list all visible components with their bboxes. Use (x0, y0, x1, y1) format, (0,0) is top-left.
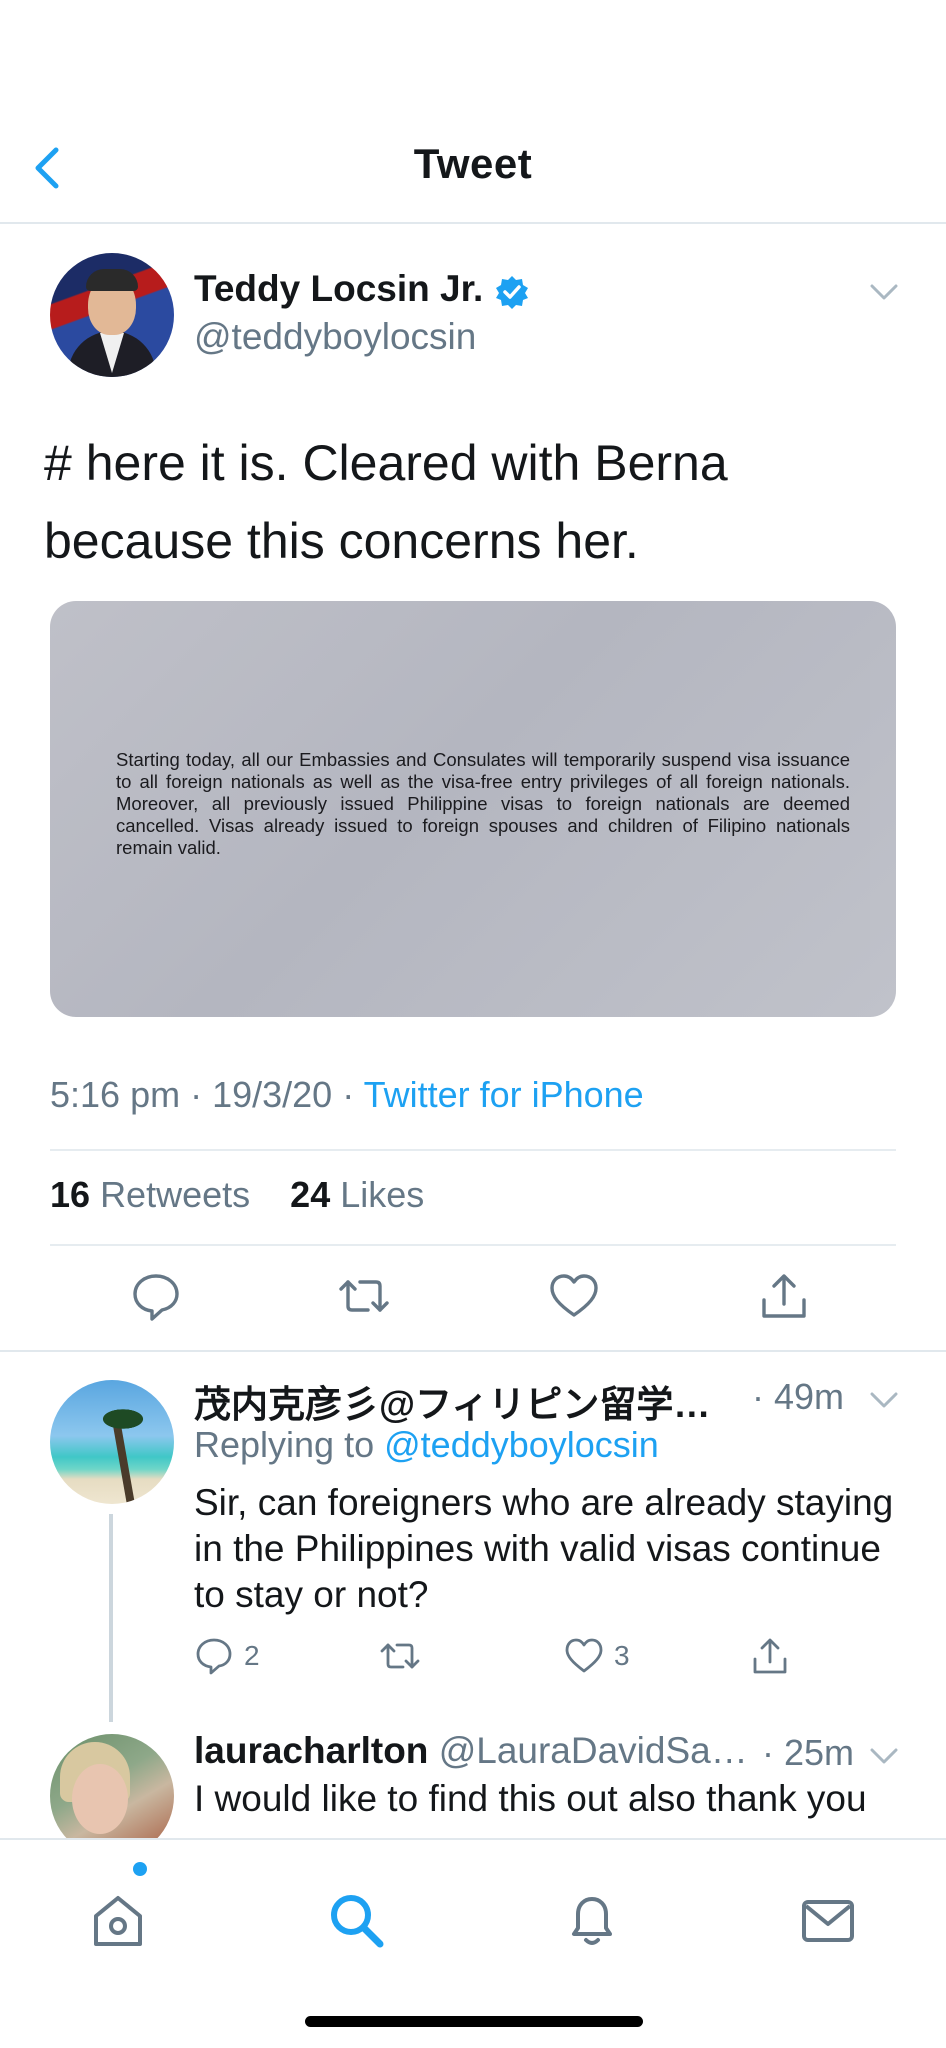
likes-label: Likes (340, 1174, 425, 1215)
retweets-count: 16 (50, 1174, 91, 1215)
home-indicator[interactable] (305, 2016, 643, 2027)
author-display-name[interactable]: Teddy Locsin Jr. (194, 268, 483, 310)
bottom-tab-bar (0, 1838, 946, 2048)
tweet-source-link[interactable]: Twitter for iPhone (364, 1074, 644, 1115)
share-icon[interactable] (758, 1270, 810, 1322)
like-count: 3 (614, 1640, 630, 1671)
author-handle[interactable]: @teddyboylocsin (194, 316, 476, 358)
page-title: Tweet (413, 140, 533, 187)
section-divider (0, 1350, 946, 1352)
tweet-stats: 16 Retweets 24 Likes (50, 1174, 424, 1216)
likes-count: 24 (290, 1174, 331, 1215)
tweet-date: 19/3/20 (212, 1074, 333, 1115)
chevron-down-icon[interactable] (868, 1388, 900, 1412)
chevron-down-icon[interactable] (868, 280, 900, 304)
reply-text: Sir, can foreigners who are already stay… (194, 1482, 894, 1615)
reply-author-name[interactable]: 茂内克彦彡@フィリピン留学… (194, 1374, 754, 1428)
thread-connector (109, 1514, 113, 1722)
replying-to-line: Replying to @teddyboylocsin (194, 1424, 659, 1466)
tweet-time: 5:16 pm (50, 1074, 181, 1115)
retweets-label: Retweets (100, 1174, 251, 1215)
home-icon[interactable] (88, 1890, 148, 1950)
replying-to-label: Replying to (194, 1424, 375, 1465)
share-icon[interactable] (750, 1636, 790, 1676)
verified-badge-icon (496, 276, 528, 309)
replying-to-mention[interactable]: @teddyboylocsin (384, 1424, 659, 1465)
like-heart-icon[interactable] (548, 1270, 600, 1322)
reply-author-handle[interactable]: @LauraDavidSa… (439, 1730, 748, 1771)
reply-text: I would like to find this out also thank… (194, 1778, 867, 1819)
reply-icon[interactable] (130, 1270, 182, 1322)
likes-stat[interactable]: 24 Likes (290, 1174, 424, 1215)
messages-icon[interactable] (798, 1890, 858, 1950)
tweet-text: # here it is. Cleared with Berna because… (44, 435, 728, 569)
like-heart-icon[interactable] (564, 1636, 604, 1676)
retweet-icon[interactable] (338, 1270, 390, 1322)
reply-actions: 2 3 (0, 1636, 946, 1684)
reply-icon[interactable] (194, 1636, 234, 1676)
reply-time: · 49m (752, 1376, 845, 1417)
chevron-down-icon[interactable] (868, 1744, 900, 1768)
reply-author-name[interactable]: lauracharlton (194, 1730, 428, 1771)
notification-dot (133, 1862, 147, 1876)
divider (50, 1244, 896, 1246)
author-avatar[interactable] (50, 253, 174, 377)
reply-author-line: lauracharlton @LauraDavidSa… (194, 1730, 748, 1772)
reply-time: · 25m (762, 1732, 855, 1773)
nav-header: Tweet (0, 0, 946, 224)
notifications-icon[interactable] (562, 1890, 622, 1950)
media-document-text: Starting today, all our Embassies and Co… (116, 749, 850, 858)
search-icon[interactable] (326, 1890, 386, 1950)
reply-count: 2 (244, 1640, 260, 1671)
tweet-meta: 5:16 pm · 19/3/20 · Twitter for iPhone (50, 1074, 644, 1115)
retweets-stat[interactable]: 16 Retweets (50, 1174, 260, 1215)
retweet-icon[interactable] (380, 1636, 420, 1676)
tweet-detail-screen: Tweet Teddy Locsin Jr. @teddyboylocsin #… (0, 0, 946, 2048)
tweet-actions (0, 1270, 946, 1326)
reply-avatar[interactable] (50, 1380, 174, 1504)
tweet-media-image[interactable]: Starting today, all our Embassies and Co… (50, 601, 896, 1017)
divider (50, 1149, 896, 1151)
